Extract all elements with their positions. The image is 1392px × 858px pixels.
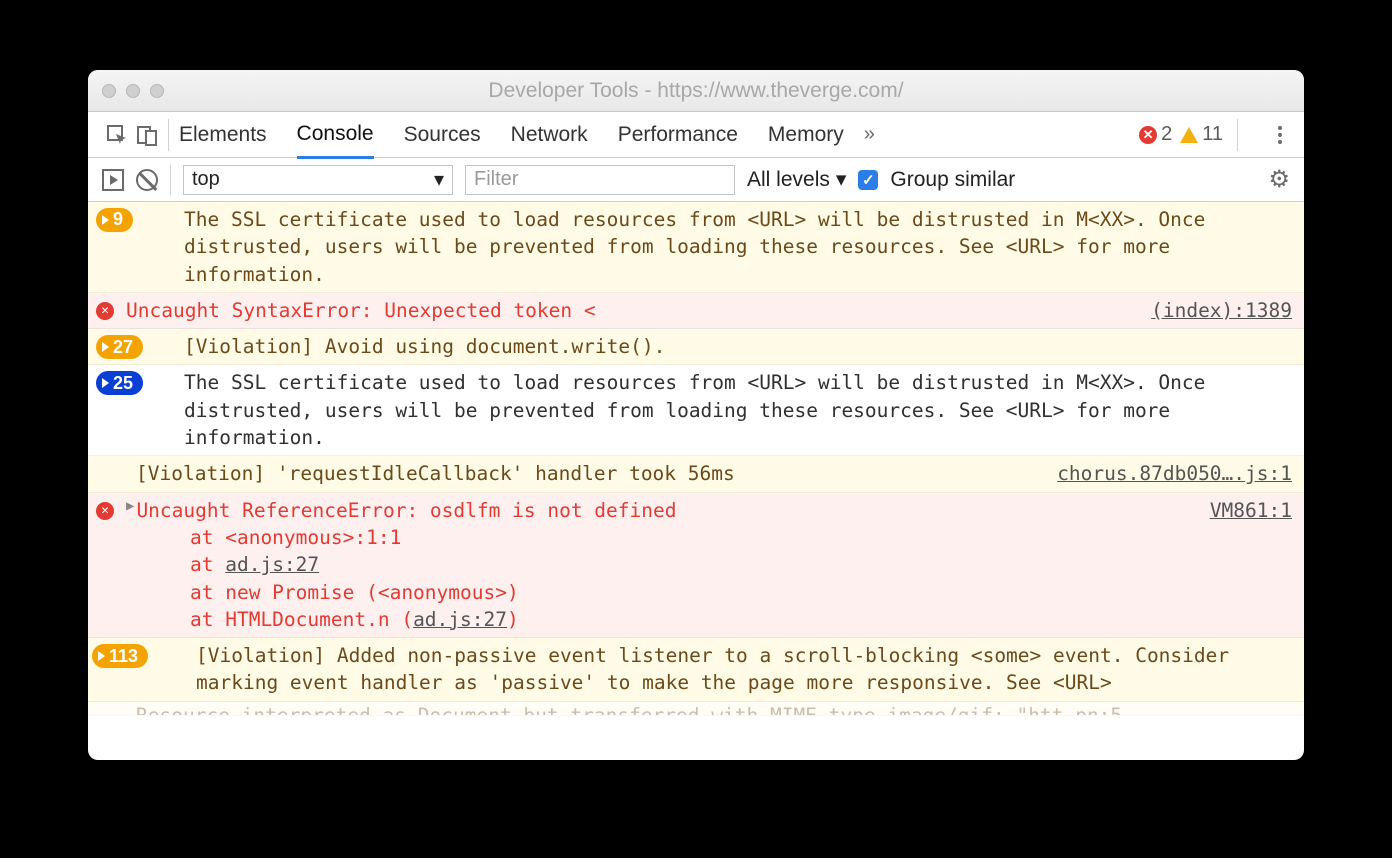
more-tabs-button[interactable]: » [864, 123, 875, 146]
clear-console-icon[interactable] [136, 169, 158, 191]
error-icon: ✕ [96, 502, 114, 520]
console-message[interactable]: 27 [Violation] Avoid using document.writ… [88, 329, 1304, 365]
console-message[interactable]: [Violation] 'requestIdleCallback' handle… [88, 456, 1304, 492]
message-text: Uncaught ReferenceError: osdlfm is not d… [136, 497, 1189, 524]
tab-sources[interactable]: Sources [404, 113, 481, 157]
message-text: Resource interpreted as Document but tra… [136, 702, 1292, 716]
close-window-button[interactable] [102, 84, 116, 98]
repeat-count-badge: 25 [96, 371, 143, 395]
zoom-window-button[interactable] [150, 84, 164, 98]
expand-icon[interactable]: ▶ [126, 497, 134, 517]
window-controls [102, 84, 164, 98]
toggle-console-sidebar-icon[interactable] [102, 169, 124, 191]
message-text: [Violation] Avoid using document.write()… [184, 333, 1292, 360]
repeat-count-badge: 27 [96, 335, 143, 359]
device-toolbar-icon[interactable] [132, 120, 162, 150]
log-level-selector[interactable]: All levels ▾ [747, 167, 846, 192]
message-text: [Violation] Added non-passive event list… [196, 642, 1292, 697]
tab-performance[interactable]: Performance [618, 113, 738, 157]
tab-memory[interactable]: Memory [768, 113, 844, 157]
console-message[interactable]: 113 [Violation] Added non-passive event … [88, 638, 1304, 702]
devtools-window: Developer Tools - https://www.theverge.c… [88, 70, 1304, 760]
console-message[interactable]: ✕ Uncaught SyntaxError: Unexpected token… [88, 293, 1304, 329]
tab-network[interactable]: Network [511, 113, 588, 157]
group-similar-label: Group similar [890, 168, 1015, 192]
message-text: The SSL certificate used to load resourc… [184, 369, 1292, 451]
tab-console[interactable]: Console [297, 112, 374, 159]
divider [170, 165, 171, 195]
titlebar: Developer Tools - https://www.theverge.c… [88, 70, 1304, 112]
filter-input[interactable] [465, 165, 735, 195]
execution-context-selector[interactable]: top ▾ [183, 165, 453, 195]
error-count: 2 [1161, 123, 1172, 146]
console-messages: 9 The SSL certificate used to load resou… [88, 202, 1304, 760]
settings-menu-button[interactable] [1266, 126, 1294, 144]
minimize-window-button[interactable] [126, 84, 140, 98]
console-settings-icon[interactable]: ⚙ [1268, 165, 1290, 194]
tab-bar: Elements Console Sources Network Perform… [88, 112, 1304, 158]
stack-trace: at <anonymous>:1:1 at ad.js:27 at new Pr… [140, 524, 1292, 633]
repeat-count-badge: 9 [96, 208, 133, 232]
warning-icon [1180, 127, 1198, 143]
levels-label: All levels [747, 168, 830, 192]
panel-tabs: Elements Console Sources Network Perform… [179, 112, 844, 158]
error-count-badge[interactable]: ✕ 2 [1139, 123, 1172, 146]
stack-link[interactable]: ad.js:27 [413, 608, 507, 631]
error-icon: ✕ [96, 302, 114, 320]
message-source-link[interactable]: VM861:1 [1210, 497, 1292, 524]
context-value: top [192, 168, 220, 191]
divider [1237, 119, 1238, 151]
console-message[interactable]: Resource interpreted as Document but tra… [88, 702, 1304, 716]
message-source-link[interactable]: (index):1389 [1151, 297, 1292, 324]
tab-elements[interactable]: Elements [179, 113, 267, 157]
chevron-down-icon: ▾ [434, 167, 444, 192]
divider [168, 119, 169, 151]
message-text: Uncaught SyntaxError: Unexpected token < [126, 297, 1131, 324]
message-source-link[interactable]: chorus.87db050….js:1 [1057, 460, 1292, 487]
window-title: Developer Tools - https://www.theverge.c… [88, 79, 1304, 103]
console-message[interactable]: 9 The SSL certificate used to load resou… [88, 202, 1304, 293]
message-text: The SSL certificate used to load resourc… [184, 206, 1292, 288]
warning-count-badge[interactable]: 11 [1180, 123, 1223, 146]
stack-link[interactable]: ad.js:27 [225, 553, 319, 576]
error-icon: ✕ [1139, 126, 1157, 144]
repeat-count-badge: 113 [92, 644, 148, 668]
console-toolbar: top ▾ All levels ▾ ✓ Group similar ⚙ [88, 158, 1304, 202]
console-message[interactable]: ✕ ▶ Uncaught ReferenceError: osdlfm is n… [88, 493, 1304, 638]
message-text: [Violation] 'requestIdleCallback' handle… [136, 460, 1037, 487]
console-message[interactable]: 25 The SSL certificate used to load reso… [88, 365, 1304, 456]
warning-count: 11 [1202, 123, 1223, 146]
inspect-element-icon[interactable] [102, 120, 132, 150]
group-similar-checkbox[interactable]: ✓ [858, 170, 878, 190]
chevron-down-icon: ▾ [836, 167, 847, 192]
